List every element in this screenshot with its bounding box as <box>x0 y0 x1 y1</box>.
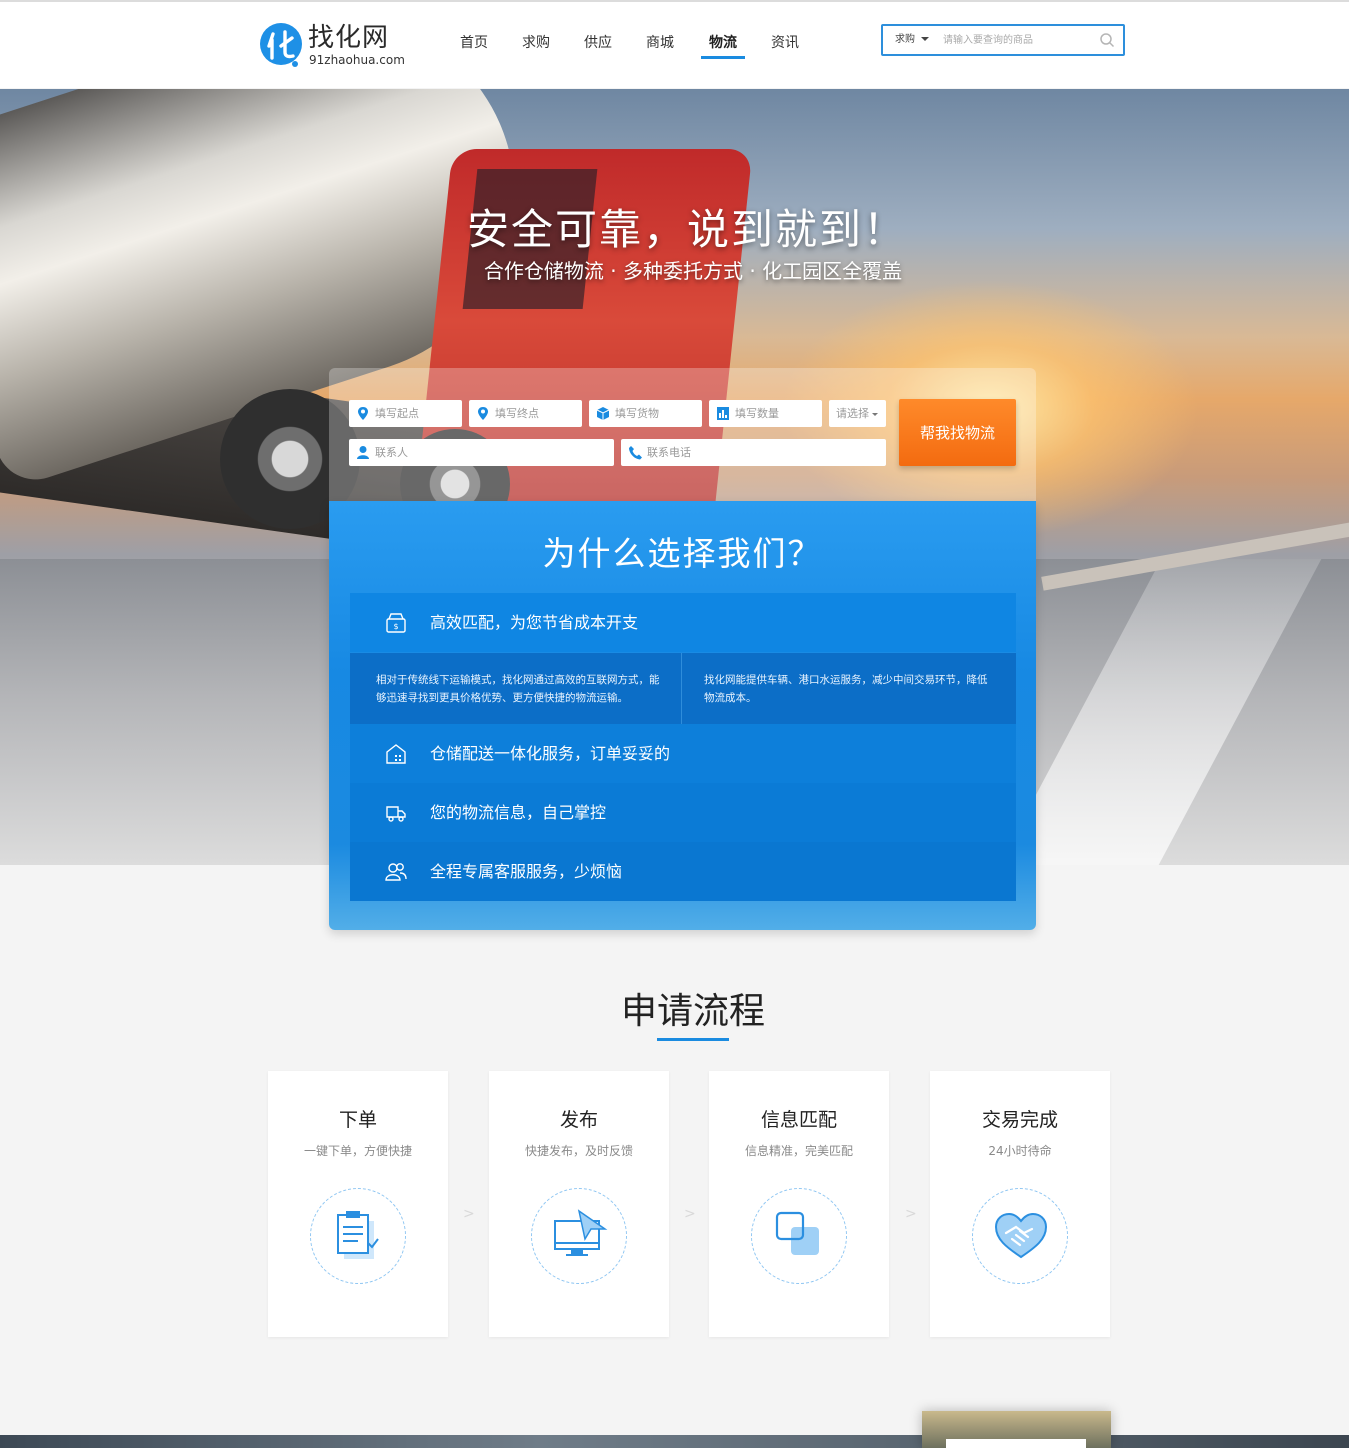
location-pin-icon <box>478 407 488 420</box>
nav-supply[interactable]: 供应 <box>574 30 622 56</box>
why-detail-text: 相对于传统线下运输模式，找化网通过高效的互联网方式，能够迅速寻找到更具价格优势、… <box>376 674 660 704</box>
why-item-label: 您的物流信息，自己掌控 <box>430 803 607 822</box>
why-item-efficient-matching[interactable]: $ 高效匹配，为您节省成本开支 <box>350 593 1016 652</box>
caret-down-icon <box>921 37 929 41</box>
svg-text:$: $ <box>393 622 398 631</box>
step-name: 信息匹配 <box>760 1109 837 1131</box>
why-title: 为什么选择我们？ <box>542 534 823 573</box>
users-icon <box>385 863 407 881</box>
search-icon[interactable] <box>1099 32 1115 48</box>
why-item-detail: 相对于传统线下运输模式，找化网通过高效的互联网方式，能够迅速寻找到更具价格优势、… <box>350 653 1016 725</box>
origin-field <box>349 400 462 427</box>
why-choose-us-panel: 为什么选择我们？ $ 高效匹配，为您节省成本开支 相对于传统线下运输模式，找化网… <box>329 501 1036 930</box>
why-item-tracking[interactable]: 您的物流信息，自己掌控 <box>350 783 1016 842</box>
quantity-field <box>709 400 822 427</box>
nav-purchase[interactable]: 求购 <box>512 30 560 56</box>
find-logistics-button[interactable]: 帮我找物流 <box>899 399 1016 466</box>
bottom-section-banner <box>0 1435 1349 1448</box>
why-item-label: 仓储配送一体化服务，订单妥妥的 <box>430 744 671 763</box>
monitor-send-icon <box>554 1209 608 1256</box>
logo-domain: 91zhaohua.com <box>309 53 405 67</box>
caret-down-icon <box>872 412 878 416</box>
bar-chart-icon <box>717 407 729 420</box>
nav-home[interactable]: 首页 <box>450 30 498 56</box>
step-desc: 信息精准，完美匹配 <box>744 1144 853 1158</box>
unit-select-label: 请选择 <box>836 407 869 420</box>
hero-title: 安全可靠，说到就到！ <box>466 205 907 254</box>
step-desc: 一键下单，方便快捷 <box>303 1144 412 1158</box>
site-header: 找化网 91zhaohua.com 首页 求购 供应 商城 物流 资讯 求购 <box>0 2 1349 88</box>
logo-name: 找化网 <box>308 23 390 53</box>
origin-input[interactable] <box>375 400 459 427</box>
process-step-complete: 交易完成 24小时待命 <box>930 1071 1110 1337</box>
step-name: 交易完成 <box>981 1109 1058 1131</box>
phone-icon <box>629 446 642 460</box>
why-item-label: 高效匹配，为您节省成本开支 <box>430 613 639 632</box>
site-logo[interactable]: 找化网 91zhaohua.com <box>259 22 409 70</box>
bottom-thumbnail-card <box>946 1439 1086 1448</box>
cargo-field <box>589 400 702 427</box>
hero-subtitle: 合作仓储物流 · 多种委托方式 · 化工园区全覆盖 <box>483 259 903 283</box>
logo-mark-icon <box>260 23 302 67</box>
why-item-label: 全程专属客服服务，少烦恼 <box>430 862 623 881</box>
contact-field <box>349 439 614 466</box>
match-squares-icon <box>775 1211 819 1255</box>
step-desc: 快捷发布，及时反馈 <box>524 1144 633 1158</box>
cargo-input[interactable] <box>615 400 699 427</box>
wallet-icon: $ <box>386 613 406 633</box>
step-name: 下单 <box>338 1109 377 1131</box>
clipboard-icon <box>337 1211 379 1259</box>
process-step-order: 下单 一键下单，方便快捷 <box>268 1071 448 1337</box>
process-step-publish: 发布 快捷发布，及时反馈 <box>489 1071 669 1337</box>
step-name: 发布 <box>559 1109 598 1131</box>
step-arrow: > <box>905 1206 917 1222</box>
destination-field <box>469 400 582 427</box>
phone-field <box>621 439 886 466</box>
person-icon <box>357 446 369 459</box>
nav-logistics[interactable]: 物流 <box>699 30 747 59</box>
step-arrow: > <box>463 1206 475 1222</box>
step-arrow: > <box>684 1206 696 1222</box>
why-item-customer-service[interactable]: 全程专属客服服务，少烦恼 <box>350 842 1016 901</box>
step-desc: 24小时待命 <box>988 1144 1052 1158</box>
contact-input[interactable] <box>375 439 605 466</box>
location-pin-icon <box>358 407 368 420</box>
search-type-select[interactable]: 求购 <box>895 26 929 54</box>
handshake-icon <box>994 1212 1048 1259</box>
nav-mall[interactable]: 商城 <box>636 30 684 56</box>
bottom-banner-thumbnail <box>922 1411 1111 1448</box>
unit-select[interactable]: 请选择 <box>829 400 886 427</box>
why-detail-divider <box>681 653 682 725</box>
search-box: 求购 <box>881 24 1125 56</box>
destination-input[interactable] <box>495 400 579 427</box>
why-detail-text: 找化网能提供车辆、港口水运服务，减少中间交易环节，降低物流成本。 <box>704 674 988 704</box>
search-type-label: 求购 <box>895 34 915 45</box>
process-title-underline <box>657 1038 729 1041</box>
nav-news[interactable]: 资讯 <box>761 30 809 56</box>
search-input[interactable] <box>943 30 1093 50</box>
quantity-input[interactable] <box>735 400 819 427</box>
phone-input[interactable] <box>647 439 877 466</box>
process-step-match: 信息匹配 信息精准，完美匹配 <box>709 1071 889 1337</box>
truck-icon <box>386 806 406 822</box>
process-title: 申请流程 <box>620 991 765 1032</box>
why-item-warehouse[interactable]: 仓储配送一体化服务，订单妥妥的 <box>350 724 1016 783</box>
cube-icon <box>596 407 610 420</box>
warehouse-icon <box>386 744 406 764</box>
